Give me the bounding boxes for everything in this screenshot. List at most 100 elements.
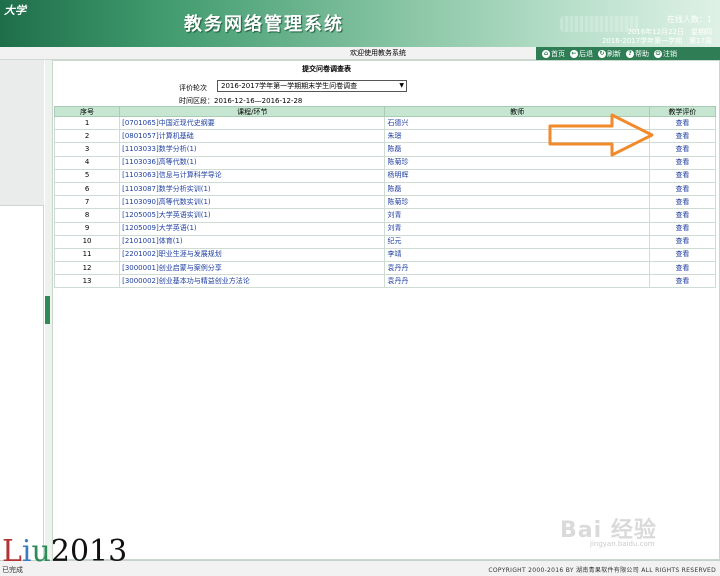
header-no: 序号 bbox=[53, 106, 121, 117]
course-name: [1103063]信息与计算科学导论 bbox=[119, 168, 386, 183]
nav-help[interactable]: ? 帮助 bbox=[626, 49, 649, 59]
evaluation-cell: 查看 bbox=[648, 181, 717, 197]
evaluation-cell: 查看 bbox=[648, 221, 717, 236]
evaluation-cell: 查看 bbox=[648, 195, 717, 210]
course-name: [2201002]职业生涯与发展规划 bbox=[119, 247, 386, 263]
course-name: [1205009]大学英语(1) bbox=[119, 221, 386, 236]
evaluation-cell: 查看 bbox=[648, 155, 717, 170]
help-icon: ? bbox=[626, 49, 634, 58]
row-number: 2 bbox=[53, 129, 121, 144]
nav-home-label: 首页 bbox=[551, 49, 565, 58]
nav-back[interactable]: ← 后退 bbox=[570, 49, 593, 59]
signature-watermark: Liu2013 bbox=[2, 534, 127, 569]
nav-logout[interactable]: ⏻ 注销 bbox=[654, 49, 677, 59]
row-number: 5 bbox=[53, 168, 121, 183]
course-name: [3000002]创业基本功与精益创业方法论 bbox=[119, 274, 386, 289]
teacher-name: 刘青 bbox=[384, 221, 650, 236]
table-row: 12 [3000001]创业启蒙与案例分享 袁丹丹 查看 bbox=[53, 261, 717, 276]
school-name: 大学 bbox=[4, 4, 26, 17]
row-number: 3 bbox=[53, 142, 121, 157]
teacher-name: 纪元 bbox=[384, 234, 650, 249]
nav-toolbar: ⌂ 首页 ← 后退 ↻ 刷新 ? 帮助 ⏻ 注销 bbox=[536, 47, 720, 60]
table-row: 9 [1205009]大学英语(1) 刘青 查看 bbox=[53, 221, 717, 236]
course-name: [1103033]数学分析(1) bbox=[119, 142, 386, 157]
refresh-icon: ↻ bbox=[598, 49, 606, 58]
evaluation-cell: 查看 bbox=[648, 261, 717, 276]
view-evaluation-link[interactable]: 查看 bbox=[675, 158, 689, 166]
term-text: 2016-2017学年第一学期 第17周 bbox=[601, 37, 712, 45]
course-name: [3000001]创业启蒙与案例分享 bbox=[119, 261, 386, 276]
course-name: [0801057]计算机基础 bbox=[119, 129, 386, 144]
header-course: 课程/环节 bbox=[119, 106, 386, 117]
teacher-name: 袁丹丹 bbox=[384, 274, 650, 289]
nav-back-label: 后退 bbox=[579, 49, 593, 58]
signature-part: u bbox=[31, 534, 51, 569]
view-evaluation-link[interactable]: 查看 bbox=[675, 224, 689, 232]
row-number: 1 bbox=[53, 115, 121, 131]
course-name: [1103087]数学分析实训(1) bbox=[119, 181, 386, 197]
view-evaluation-link[interactable]: 查看 bbox=[675, 171, 689, 179]
row-number: 10 bbox=[53, 234, 121, 249]
signature-part: 2013 bbox=[50, 534, 128, 569]
row-number: 8 bbox=[53, 208, 121, 223]
table-row: 7 [1103090]高等代数实训(1) 陈菊珍 查看 bbox=[53, 195, 717, 210]
row-number: 11 bbox=[53, 247, 121, 263]
table-row: 5 [1103063]信息与计算科学导论 杨明辉 查看 bbox=[53, 168, 717, 183]
view-evaluation-link[interactable]: 查看 bbox=[675, 132, 689, 140]
view-evaluation-link[interactable]: 查看 bbox=[675, 250, 689, 258]
view-evaluation-link[interactable]: 查看 bbox=[675, 119, 689, 127]
teacher-name: 陈菊珍 bbox=[384, 195, 650, 210]
round-select[interactable]: 2016-2017学年第一学期期末学生问卷调查 ▼ bbox=[217, 80, 407, 92]
signature-part: L bbox=[2, 534, 22, 569]
view-evaluation-link[interactable]: 查看 bbox=[675, 211, 689, 219]
nav-home[interactable]: ⌂ 首页 bbox=[542, 49, 565, 59]
evaluation-cell: 查看 bbox=[648, 247, 717, 263]
nav-refresh-label: 刷新 bbox=[607, 49, 621, 58]
view-evaluation-link[interactable]: 查看 bbox=[675, 145, 689, 153]
view-evaluation-link[interactable]: 查看 bbox=[675, 185, 689, 193]
view-evaluation-link[interactable]: 查看 bbox=[675, 237, 689, 245]
signature-part: i bbox=[21, 534, 32, 569]
view-evaluation-link[interactable]: 查看 bbox=[675, 198, 689, 206]
table-row: 11 [2201002]职业生涯与发展规划 李靖 查看 bbox=[53, 247, 717, 263]
header-evaluation: 教学评价 bbox=[648, 106, 717, 117]
evaluation-cell: 查看 bbox=[648, 129, 717, 144]
view-evaluation-link[interactable]: 查看 bbox=[675, 264, 689, 272]
copyright-text: COPYRIGHT 2000-2016 BY 湖南青果软件有限公司 ALL RI… bbox=[488, 567, 716, 574]
teacher-name: 陈磊 bbox=[384, 181, 650, 197]
baidu-watermark-url: jingyan.baidu.com bbox=[590, 540, 655, 548]
table-row: 6 [1103087]数学分析实训(1) 陈磊 查看 bbox=[53, 181, 717, 197]
evaluation-cell: 查看 bbox=[648, 208, 717, 223]
back-icon: ← bbox=[570, 49, 578, 58]
nav-help-label: 帮助 bbox=[635, 49, 649, 58]
evaluation-cell: 查看 bbox=[648, 142, 717, 157]
table-row: 13 [3000002]创业基本功与精益创业方法论 袁丹丹 查看 bbox=[53, 274, 717, 289]
sidebar-toggle-button[interactable] bbox=[45, 296, 50, 324]
online-count: 在线人数：1 bbox=[666, 15, 712, 24]
table-row: 8 [1205005]大学英语实训(1) 刘青 查看 bbox=[53, 208, 717, 223]
evaluation-cell: 查看 bbox=[648, 168, 717, 183]
teacher-name: 陈菊珍 bbox=[384, 155, 650, 170]
row-number: 6 bbox=[53, 181, 121, 197]
course-name: [1205005]大学英语实训(1) bbox=[119, 208, 386, 223]
evaluation-cell: 查看 bbox=[648, 234, 717, 249]
round-label: 评价轮次 bbox=[179, 84, 207, 92]
round-select-value: 2016-2017学年第一学期期末学生问卷调查 bbox=[221, 82, 358, 90]
logout-icon: ⏻ bbox=[654, 49, 662, 58]
chevron-down-icon: ▼ bbox=[399, 82, 404, 89]
period-text: 时间区段：2016-12-16—2016-12-28 bbox=[179, 97, 303, 105]
row-number: 4 bbox=[53, 155, 121, 170]
nav-logout-label: 注销 bbox=[663, 49, 677, 58]
table-row: 4 [1103036]高等代数(1) 陈菊珍 查看 bbox=[53, 155, 717, 170]
system-title: 教务网络管理系统 bbox=[184, 14, 344, 35]
nav-bar: 欢迎使用教务系统 ⌂ 首页 ← 后退 ↻ 刷新 ? 帮助 ⏻ 注销 bbox=[0, 47, 720, 60]
view-evaluation-link[interactable]: 查看 bbox=[675, 277, 689, 285]
nav-refresh[interactable]: ↻ 刷新 bbox=[598, 49, 621, 59]
course-name: [1103090]高等代数实训(1) bbox=[119, 195, 386, 210]
teacher-name: 刘青 bbox=[384, 208, 650, 223]
arrow-annotation-icon bbox=[548, 113, 654, 157]
home-icon: ⌂ bbox=[542, 49, 550, 58]
course-name: [1103036]高等代数(1) bbox=[119, 155, 386, 170]
sidebar-menu-area bbox=[0, 60, 44, 206]
evaluation-cell: 查看 bbox=[648, 115, 717, 131]
